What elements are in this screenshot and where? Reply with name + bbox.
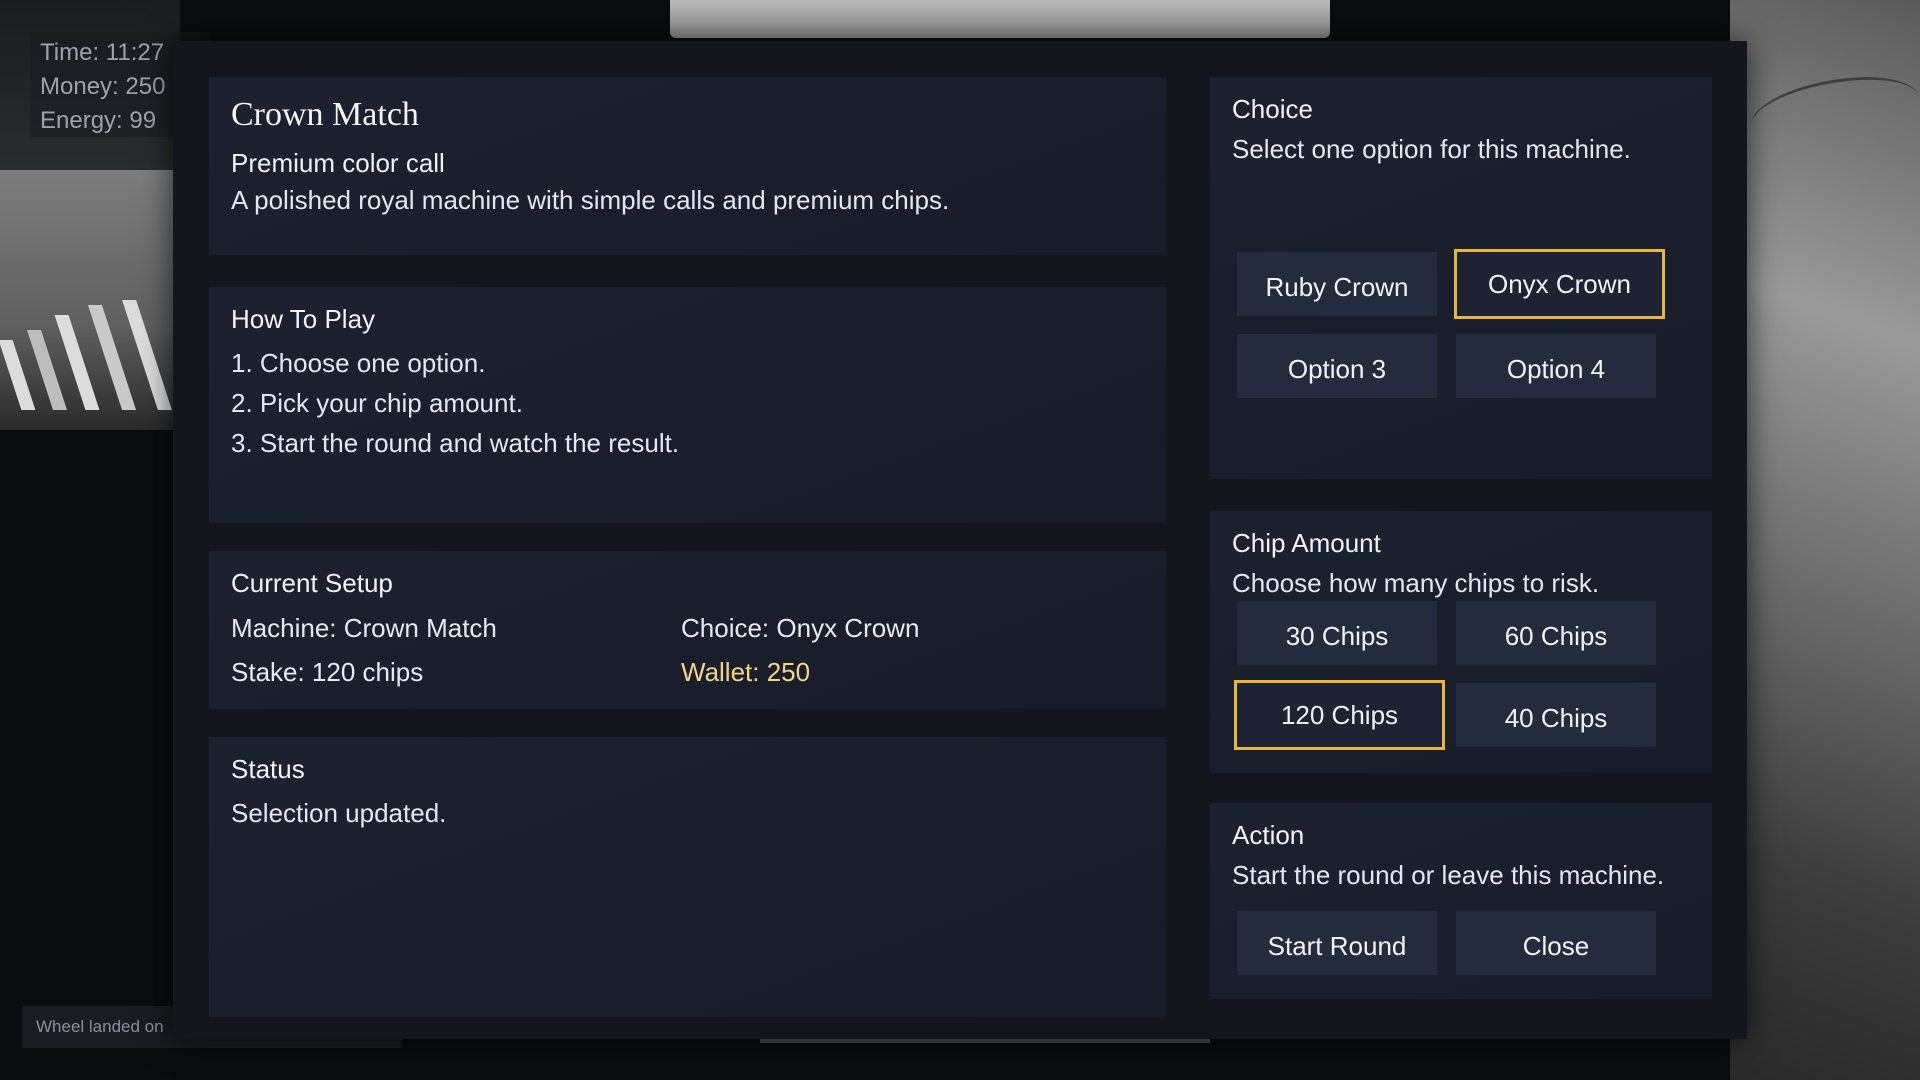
chip-amount-title: Chip Amount [1232, 528, 1381, 558]
chip-amount-button[interactable]: 30 Chips [1237, 601, 1437, 665]
scene-railing [0, 300, 180, 410]
setup-stake: Stake: 120 chips [231, 657, 424, 687]
how-to-play-card: How To Play 1. Choose one option. 2. Pic… [209, 287, 1166, 523]
current-setup-title: Current Setup [231, 568, 393, 598]
machine-description: A polished royal machine with simple cal… [231, 185, 950, 215]
action-card: Action Start the round or leave this mac… [1210, 803, 1712, 999]
current-setup-card: Current Setup Machine: Crown Match Choic… [209, 551, 1166, 709]
machine-title: Crown Match [231, 96, 419, 133]
choice-card: Choice Select one option for this machin… [1210, 77, 1712, 479]
scene-wall [1730, 0, 1920, 1080]
scene-ceiling-slab [670, 0, 1330, 38]
action-title: Action [1232, 820, 1305, 850]
status-message: Selection updated. [231, 798, 447, 828]
status-title: Status [231, 754, 305, 784]
how-to-play-step: 2. Pick your chip amount. [231, 388, 523, 418]
machine-subtitle: Premium color call [231, 148, 445, 178]
machine-info-card: Crown Match Premium color call A polishe… [209, 77, 1166, 255]
how-to-play-title: How To Play [231, 304, 376, 334]
how-to-play-step: 3. Start the round and watch the result. [231, 428, 680, 458]
start-round-button[interactable]: Start Round [1237, 911, 1437, 975]
choice-title: Choice [1232, 94, 1313, 124]
chip-amount-button[interactable]: 60 Chips [1456, 601, 1656, 665]
choice-option-button[interactable]: Option 4 [1456, 334, 1656, 398]
chip-amount-hint: Choose how many chips to risk. [1232, 568, 1600, 598]
choice-hint: Select one option for this machine. [1232, 134, 1631, 164]
setup-machine: Machine: Crown Match [231, 613, 497, 643]
choice-option-button-selected[interactable]: Onyx Crown [1454, 249, 1665, 319]
chip-amount-button-selected[interactable]: 120 Chips [1234, 680, 1445, 750]
machine-panel: Crown Match Premium color call A polishe… [173, 41, 1747, 1039]
how-to-play-step: 1. Choose one option. [231, 348, 486, 378]
choice-option-button[interactable]: Option 3 [1237, 334, 1437, 398]
setup-choice: Choice: Onyx Crown [681, 613, 920, 643]
choice-option-button[interactable]: Ruby Crown [1237, 252, 1437, 316]
close-button[interactable]: Close [1456, 911, 1656, 975]
setup-wallet: Wallet: 250 [681, 657, 811, 687]
action-hint: Start the round or leave this machine. [1232, 860, 1665, 890]
chip-amount-card: Chip Amount Choose how many chips to ris… [1210, 511, 1712, 773]
chip-amount-button[interactable]: 40 Chips [1456, 683, 1656, 747]
status-card: Status Selection updated. [209, 737, 1166, 1017]
